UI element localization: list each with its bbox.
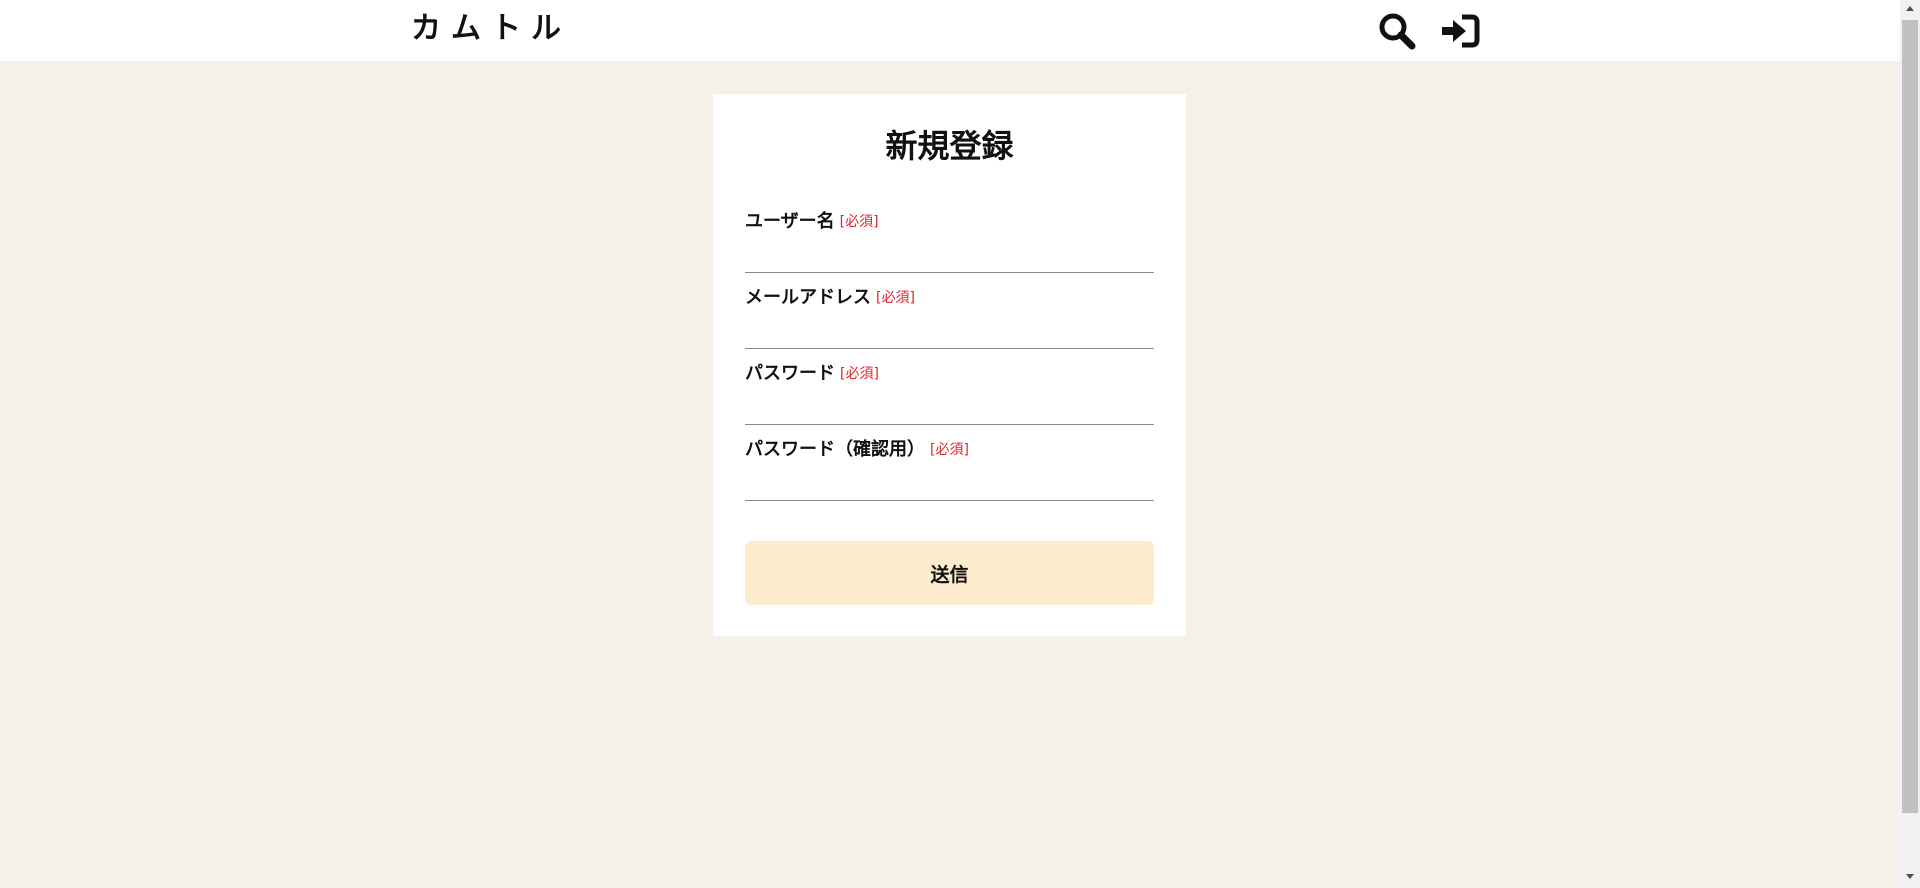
scroll-up-arrow[interactable] bbox=[1900, 0, 1920, 17]
username-label: ユーザー名 [必須] bbox=[745, 211, 879, 232]
password-confirm-input[interactable] bbox=[745, 468, 1154, 501]
login-button[interactable] bbox=[1440, 12, 1480, 50]
password-input[interactable] bbox=[745, 392, 1154, 425]
password-confirm-label: パスワード（確認用） [必須] bbox=[745, 439, 969, 460]
site-header: カムトル bbox=[0, 0, 1900, 61]
scroll-down-arrow[interactable] bbox=[1900, 868, 1920, 885]
scroll-thumb[interactable] bbox=[1902, 20, 1918, 813]
email-input[interactable] bbox=[745, 316, 1154, 349]
required-badge: [必須] bbox=[876, 290, 915, 306]
site-logo[interactable]: カムトル bbox=[411, 9, 571, 49]
triangle-down-icon bbox=[1906, 874, 1914, 879]
search-button[interactable] bbox=[1377, 12, 1417, 50]
email-label: メールアドレス [必須] bbox=[745, 287, 915, 308]
required-badge: [必須] bbox=[840, 366, 879, 382]
username-input[interactable] bbox=[745, 240, 1154, 273]
password-label: パスワード [必須] bbox=[745, 363, 879, 384]
username-field-group: ユーザー名 [必須] bbox=[745, 210, 1154, 286]
triangle-up-icon bbox=[1906, 6, 1914, 11]
vertical-scrollbar[interactable] bbox=[1900, 0, 1920, 888]
password-field-group: パスワード [必須] bbox=[745, 362, 1154, 438]
password-confirm-field-group: パスワード（確認用） [必須] bbox=[745, 438, 1154, 514]
search-icon bbox=[1379, 13, 1416, 50]
page-title: 新規登録 bbox=[885, 127, 1014, 165]
sign-in-icon bbox=[1442, 14, 1480, 48]
submit-button[interactable]: 送信 bbox=[745, 541, 1154, 605]
required-badge: [必須] bbox=[839, 214, 879, 230]
registration-card: 新規登録 ユーザー名 [必須] メールアドレス [必須] パスワード [必須] パスワ… bbox=[713, 94, 1186, 636]
required-badge: [必須] bbox=[930, 442, 969, 458]
email-field-group: メールアドレス [必須] bbox=[745, 286, 1154, 362]
